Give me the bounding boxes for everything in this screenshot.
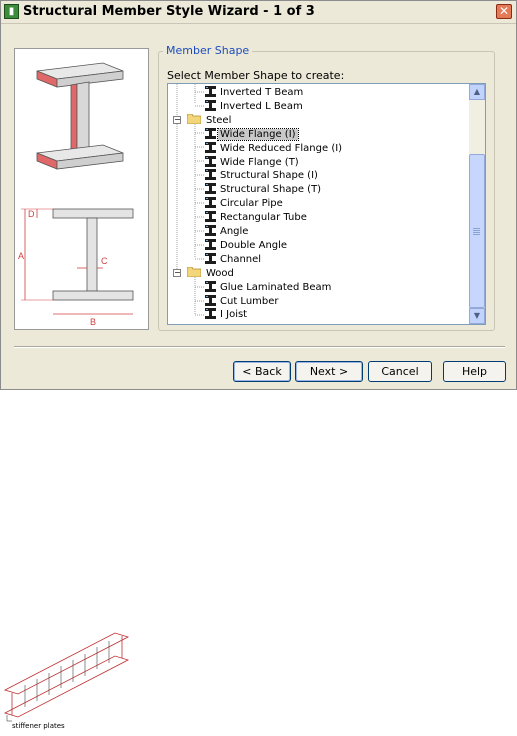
tree-item[interactable]: Circular Pipe	[205, 197, 285, 210]
tree-item[interactable]: Structural Shape (T)	[205, 183, 323, 196]
tree-item-label: Wide Reduced Flange (I)	[220, 142, 343, 154]
group-legend: Member Shape	[163, 44, 253, 57]
tree-item-label: I Joist	[220, 309, 248, 321]
dimension-c-label: C	[101, 256, 108, 266]
tree-item[interactable]: Inverted L Beam	[205, 99, 305, 113]
scroll-grip-icon	[473, 230, 480, 231]
structural-member-icon	[205, 238, 216, 250]
structural-member-icon	[205, 252, 216, 264]
scroll-up-button[interactable]: ▲	[469, 84, 485, 100]
tree-item[interactable]: Wide Reduced Flange (I)	[205, 141, 344, 155]
collapse-toggle[interactable]: −	[173, 268, 181, 277]
structural-member-icon	[205, 169, 216, 181]
tree-item-label: Wide Flange (T)	[220, 156, 299, 168]
structural-member-icon	[205, 155, 216, 167]
member-shape-tree[interactable]: Inverted T Beam Inverted L Beam Steel − Wide…	[167, 83, 486, 325]
tree-item-label: Steel	[206, 114, 232, 126]
tree-folder[interactable]: Wood	[187, 266, 236, 280]
tree-item[interactable]: Structural Shape (I)	[205, 169, 320, 182]
cancel-button[interactable]: Cancel	[368, 361, 432, 382]
folder-icon	[187, 113, 201, 124]
button-separator	[14, 346, 505, 348]
tree-item-label: Rectangular Tube	[220, 212, 307, 224]
structural-member-icon	[205, 127, 216, 139]
help-button[interactable]: Help	[443, 361, 506, 382]
isometric-beam-drawing	[36, 62, 124, 170]
tree-item-label: Angle	[220, 226, 249, 237]
structural-member-icon	[205, 308, 216, 320]
dimension-d-label: D	[28, 209, 35, 219]
structural-member-icon	[205, 197, 216, 209]
tree-item[interactable]: Wide Flange (I)	[205, 127, 299, 141]
tree-item-label: Inverted T Beam	[220, 87, 304, 98]
dimension-a-label: A	[18, 251, 24, 261]
tree-item[interactable]: Cut Lumber	[205, 294, 281, 308]
tree-item-label: Cut Lumber	[220, 295, 279, 307]
tree-item[interactable]: Wide Flange (T)	[205, 155, 301, 169]
structural-member-icon	[205, 141, 216, 153]
tree-item[interactable]: Inverted T Beam	[205, 86, 305, 99]
tree-item-label: Wide Flange (I)	[217, 127, 299, 141]
wide-flange-illustration: A B C D	[18, 62, 134, 327]
wizard-dialog: ▮ Structural Member Style Wizard - 1 of …	[0, 0, 517, 390]
folder-icon	[187, 266, 201, 277]
tree-item[interactable]: Angle	[205, 225, 250, 238]
shape-preview-panel: A B C D	[14, 48, 149, 330]
tree-item-label: Wood	[206, 267, 234, 279]
tree-item-label: Inverted L Beam	[220, 100, 303, 112]
scroll-down-button[interactable]: ▼	[469, 308, 485, 324]
structural-member-icon	[205, 86, 216, 97]
structural-member-icon	[205, 294, 216, 306]
back-button[interactable]: < Back	[233, 361, 291, 382]
tree-item[interactable]: Double Angle	[205, 238, 289, 252]
close-button[interactable]: ✕	[496, 4, 512, 19]
stiffener-beam-figure	[3, 632, 130, 722]
dimension-b-label: B	[90, 317, 96, 327]
structural-member-icon	[205, 183, 216, 195]
collapse-toggle[interactable]: −	[173, 115, 181, 124]
figure-caption: stiffener plates	[12, 722, 65, 730]
structural-member-icon	[205, 225, 216, 236]
tree-item-label: Circular Pipe	[220, 198, 283, 210]
structural-member-icon	[205, 280, 216, 292]
app-icon: ▮	[4, 4, 19, 19]
structural-member-icon	[205, 99, 216, 111]
select-prompt: Select Member Shape to create:	[167, 69, 345, 82]
tree-item[interactable]: Rectangular Tube	[205, 211, 309, 224]
tree-item[interactable]: I Joist	[205, 308, 249, 321]
tree-item-label: Channel	[220, 253, 262, 265]
window-title: Structural Member Style Wizard - 1 of 3	[23, 4, 315, 19]
scroll-thumb[interactable]	[469, 154, 485, 308]
section-drawing: A B C D	[18, 208, 134, 327]
title-bar[interactable]: ▮ Structural Member Style Wizard - 1 of …	[1, 1, 516, 24]
vertical-scrollbar[interactable]: ▲ ▼	[469, 84, 485, 324]
next-button[interactable]: Next >	[295, 361, 363, 382]
tree-item[interactable]: Channel	[205, 252, 263, 266]
tree-item-label: Structural Shape (I)	[220, 170, 318, 182]
tree-item-label: Double Angle	[220, 239, 288, 251]
tree-item[interactable]: Glue Laminated Beam	[205, 280, 333, 294]
structural-member-icon	[205, 211, 216, 223]
tree-item-label: Structural Shape (T)	[220, 184, 322, 196]
tree-item-label: Glue Laminated Beam	[220, 281, 332, 293]
tree-folder[interactable]: Steel	[187, 113, 233, 127]
